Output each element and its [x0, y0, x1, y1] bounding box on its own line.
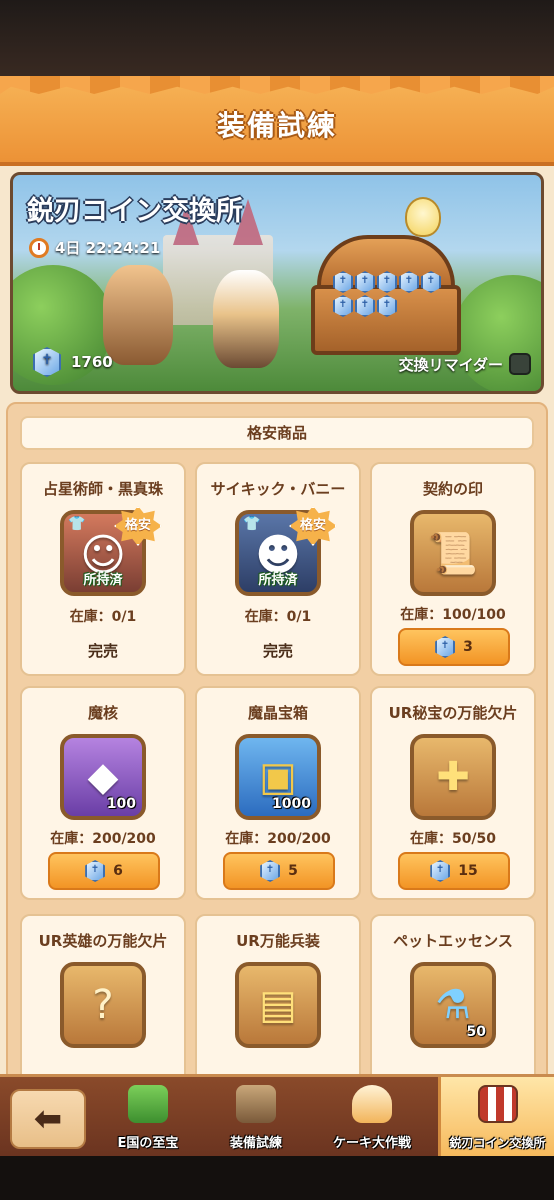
- item-name: サイキック・バニー: [210, 480, 346, 498]
- item-name: UR秘宝の万能欠片: [388, 704, 518, 722]
- gift-box-icon: [128, 1085, 168, 1123]
- treasure-chest-icon: [311, 235, 461, 355]
- shop-item-card[interactable]: UR英雄の万能欠片 ?: [20, 914, 186, 1074]
- reminder-label: 交換リマイダー: [398, 355, 503, 374]
- banner-title: 鋭刃コイン交換所: [27, 196, 243, 227]
- back-button[interactable]: ⬅: [10, 1089, 86, 1149]
- tab-label: ケーキ大作戦: [332, 1136, 411, 1151]
- item-name: 魔晶宝箱: [247, 704, 308, 722]
- bottom-nav: ⬅ E国の至宝 装備試練 ケーキ大作戦 鋭刃コイン交換所: [0, 1074, 554, 1159]
- contract-scroll-icon: 📜: [410, 510, 496, 596]
- blade-coin-icon: [430, 860, 451, 882]
- shop-panel: 格安商品 占星術師・黒真珠 👕 ☺ 所持済 格安 在庫：0/1 完売 サイキック…: [6, 402, 548, 1074]
- character-blacksmith: [103, 265, 173, 365]
- tab-label: 鋭刃コイン交換所: [449, 1136, 546, 1150]
- blade-coin-icon: [435, 636, 456, 658]
- puzzle-piece-icon: ?: [60, 962, 146, 1048]
- item-quantity: 100: [106, 796, 136, 812]
- item-name: 占星術師・黒真珠: [42, 480, 163, 498]
- system-navigation-bar: [0, 1156, 554, 1200]
- tab-equipment-trial[interactable]: 装備試練: [204, 1077, 308, 1159]
- stock-text: 在庫：50/50: [409, 831, 497, 847]
- tree-decoration: [453, 275, 541, 391]
- price-text: 15: [458, 863, 478, 879]
- page-title: 装備試練: [216, 109, 337, 142]
- header: 装備試練: [0, 76, 554, 166]
- back-arrow-icon: ⬅: [33, 1099, 63, 1139]
- exchange-reminder-toggle[interactable]: 交換リマイダー: [399, 353, 531, 375]
- header-awning: [0, 76, 554, 94]
- blade-coin-icon: [260, 860, 281, 882]
- buy-button[interactable]: 5: [223, 852, 335, 890]
- blade-coin-icon: [33, 347, 61, 377]
- item-name: UR英雄の万能欠片: [38, 932, 168, 950]
- tab-label: 装備試練: [229, 1136, 282, 1151]
- coin-count-text: 1760: [71, 353, 113, 371]
- tab-treasure[interactable]: E国の至宝: [92, 1077, 204, 1159]
- section-title: 格安商品: [20, 416, 534, 450]
- timer-text: 4日 22:24:21: [55, 239, 161, 257]
- shop-item-card[interactable]: 魔核 ◆ 100 在庫：200/200 6: [20, 686, 186, 900]
- checkbox-icon[interactable]: [509, 353, 531, 375]
- shop-item-card[interactable]: UR秘宝の万能欠片 ✚ 在庫：50/50 15: [370, 686, 536, 900]
- puzzle-piece-icon: ✚: [410, 734, 496, 820]
- item-name: UR万能兵装: [236, 932, 320, 950]
- exchange-banner: 鋭刃コイン交換所 4日 22:24:21 1760 交換リマイダー: [10, 172, 544, 394]
- blade-coin-icon: [85, 860, 106, 882]
- shop-item-card[interactable]: 契約の印 📜 在庫：100/100 3: [370, 462, 536, 676]
- clock-icon: [29, 237, 49, 258]
- cake-icon: [352, 1085, 392, 1123]
- treasure-chest-icon: ▣ 1000: [235, 734, 321, 820]
- purple-crystal-icon: ◆ 100: [60, 734, 146, 820]
- tab-label: E国の至宝: [117, 1136, 179, 1151]
- coin-balance: 1760: [33, 347, 113, 377]
- event-timer: 4日 22:24:21: [29, 237, 160, 258]
- buy-button[interactable]: 15: [398, 852, 510, 890]
- shop-item-card[interactable]: ペットエッセンス ⚗ 50: [370, 914, 536, 1074]
- price-text: 5: [288, 863, 298, 879]
- chick-icon: [405, 197, 441, 237]
- tab-cake-event[interactable]: ケーキ大作戦: [308, 1077, 436, 1159]
- item-name: 契約の印: [422, 480, 483, 498]
- buy-button[interactable]: 6: [48, 852, 160, 890]
- tab-blade-coin-shop[interactable]: 鋭刃コイン交換所: [438, 1077, 554, 1159]
- item-quantity: 1000: [272, 796, 311, 812]
- stock-text: 在庫：0/1: [244, 609, 312, 625]
- content-area[interactable]: 鋭刃コイン交換所 4日 22:24:21 1760 交換リマイダー 格安商品 占…: [0, 166, 554, 1074]
- price-text: 6: [113, 863, 123, 879]
- stock-text: 在庫：100/100: [400, 607, 506, 623]
- shop-item-card[interactable]: 魔晶宝箱 ▣ 1000 在庫：200/200 5: [195, 686, 361, 900]
- potion-flask-icon: ⚗ 50: [410, 962, 496, 1048]
- item-name: 魔核: [87, 704, 118, 722]
- owned-label: 所持済: [83, 573, 123, 588]
- status-bar: [0, 0, 554, 80]
- price-text: 3: [463, 639, 473, 655]
- owned-label: 所持済: [258, 573, 298, 588]
- stock-text: 在庫：200/200: [225, 831, 331, 847]
- armor-icon: [236, 1085, 276, 1123]
- sold-out-label: 完売: [87, 642, 118, 660]
- shop-item-card[interactable]: サイキック・バニー 👕 ☻ 所持済 格安 在庫：0/1 完売: [195, 462, 361, 676]
- shop-item-card[interactable]: 占星術師・黒真珠 👕 ☺ 所持済 格安 在庫：0/1 完売: [20, 462, 186, 676]
- gear-card-icon: ▤: [235, 962, 321, 1048]
- stock-text: 在庫：200/200: [50, 831, 156, 847]
- character-maid: [213, 270, 279, 368]
- shop-stall-icon: [477, 1085, 518, 1123]
- sold-out-label: 完売: [262, 642, 293, 660]
- item-name: ペットエッセンス: [393, 932, 513, 950]
- item-quantity: 50: [466, 1024, 486, 1040]
- stock-text: 在庫：0/1: [69, 609, 137, 625]
- shop-item-card[interactable]: UR万能兵装 ▤: [195, 914, 361, 1074]
- buy-button[interactable]: 3: [398, 628, 510, 666]
